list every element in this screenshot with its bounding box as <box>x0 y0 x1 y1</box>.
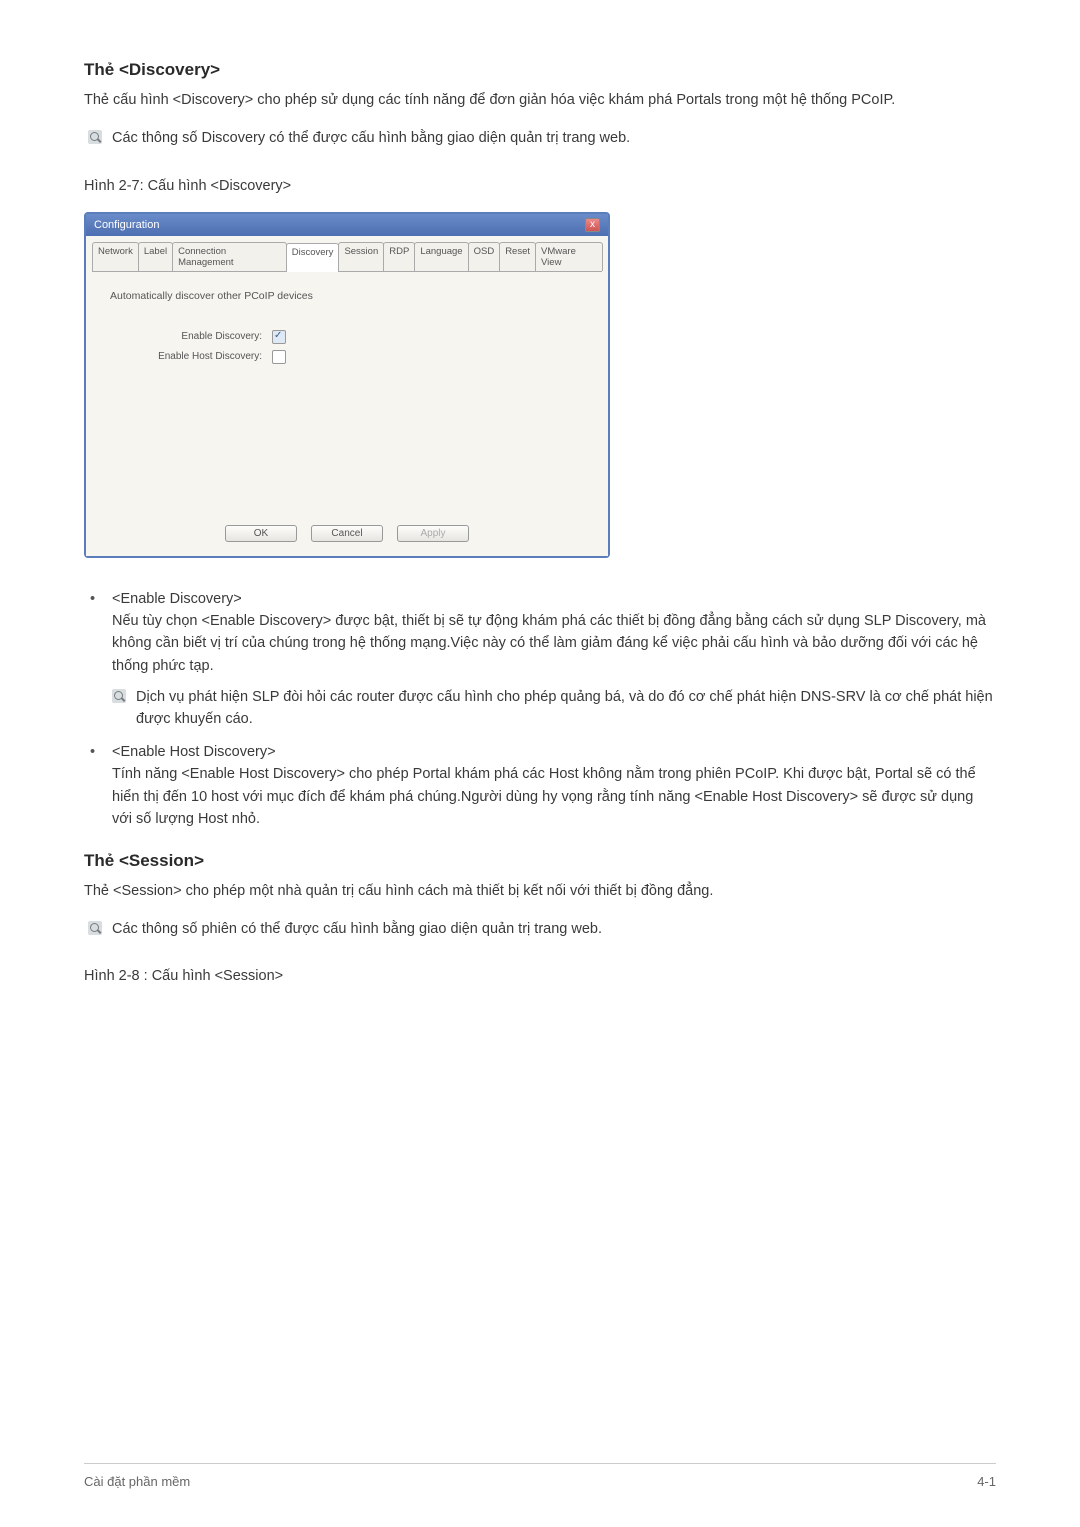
page-footer: Cài đặt phần mềm 4-1 <box>84 1463 996 1489</box>
para-discovery: Thẻ cấu hình <Discovery> cho phép sử dụn… <box>84 90 996 112</box>
item-head-enable-host-discovery: <Enable Host Discovery> <box>112 741 996 763</box>
note-session-text: Các thông số phiên có thể được cấu hình … <box>112 919 996 941</box>
checkbox-enable-discovery[interactable] <box>272 330 286 344</box>
magnifier-icon <box>88 130 102 144</box>
tab-row: Network Label Connection Management Disc… <box>92 242 602 272</box>
figure-caption-discovery: Hình 2-7: Cấu hình <Discovery> <box>84 178 996 194</box>
label-enable-host-discovery: Enable Host Discovery: <box>142 351 262 362</box>
field-enable-discovery: Enable Discovery: <box>142 330 602 344</box>
note-session: Các thông số phiên có thể được cấu hình … <box>88 919 996 941</box>
magnifier-icon <box>112 689 126 703</box>
tab-language[interactable]: Language <box>414 242 468 271</box>
tab-connection-management[interactable]: Connection Management <box>172 242 287 271</box>
dialog-footer: OK Cancel Apply <box>92 519 602 550</box>
cancel-button[interactable]: Cancel <box>311 525 383 542</box>
tab-discovery[interactable]: Discovery <box>286 243 340 272</box>
close-icon[interactable]: x <box>585 218 600 232</box>
ok-button[interactable]: OK <box>225 525 297 542</box>
label-enable-discovery: Enable Discovery: <box>142 331 262 342</box>
item-body-enable-discovery: Nếu tùy chọn <Enable Discovery> được bật… <box>112 610 996 677</box>
feature-list: <Enable Discovery> Nếu tùy chọn <Enable … <box>84 588 996 831</box>
nested-note-text: Dịch vụ phát hiện SLP đòi hỏi các router… <box>136 687 996 731</box>
item-head-enable-discovery: <Enable Discovery> <box>112 588 996 610</box>
heading-discovery: Thẻ <Discovery> <box>84 60 996 80</box>
tab-label[interactable]: Label <box>138 242 173 271</box>
dialog-title-text: Configuration <box>94 219 159 231</box>
tab-vmware-view[interactable]: VMware View <box>535 242 603 271</box>
list-item: <Enable Host Discovery> Tính năng <Enabl… <box>84 741 996 831</box>
configuration-dialog: Configuration x Network Label Connection… <box>84 212 610 558</box>
figure-caption-session: Hình 2-8 : Cấu hình <Session> <box>84 968 996 984</box>
checkbox-enable-host-discovery[interactable] <box>272 350 286 364</box>
dialog-fields: Enable Discovery: Enable Host Discovery: <box>92 330 602 364</box>
tab-network[interactable]: Network <box>92 242 139 271</box>
tab-rdp[interactable]: RDP <box>383 242 415 271</box>
dialog-titlebar: Configuration x <box>86 214 608 236</box>
footer-left: Cài đặt phần mềm <box>84 1474 190 1489</box>
field-enable-host-discovery: Enable Host Discovery: <box>142 350 602 364</box>
note-discovery: Các thông số Discovery có thể được cấu h… <box>88 128 996 150</box>
item-body-enable-host-discovery: Tính năng <Enable Host Discovery> cho ph… <box>112 763 996 830</box>
dialog-instruction: Automatically discover other PCoIP devic… <box>92 290 602 302</box>
footer-right: 4-1 <box>977 1474 996 1489</box>
para-session: Thẻ <Session> cho phép một nhà quản trị … <box>84 881 996 903</box>
apply-button[interactable]: Apply <box>397 525 469 542</box>
tab-osd[interactable]: OSD <box>468 242 501 271</box>
list-item: <Enable Discovery> Nếu tùy chọn <Enable … <box>84 588 996 731</box>
tab-reset[interactable]: Reset <box>499 242 536 271</box>
dialog-body: Network Label Connection Management Disc… <box>86 236 608 556</box>
nested-note-enable-discovery: Dịch vụ phát hiện SLP đòi hỏi các router… <box>112 687 996 731</box>
heading-session: Thẻ <Session> <box>84 851 996 871</box>
note-discovery-text: Các thông số Discovery có thể được cấu h… <box>112 128 996 150</box>
magnifier-icon <box>88 921 102 935</box>
tab-session[interactable]: Session <box>338 242 384 271</box>
